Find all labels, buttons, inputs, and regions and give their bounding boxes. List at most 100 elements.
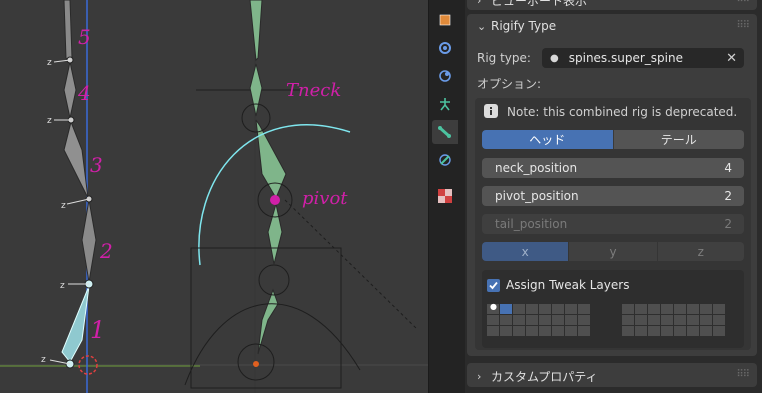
layer-cell[interactable] [648,326,660,336]
layer-cell[interactable] [526,315,538,325]
layer-cell[interactable] [487,315,499,325]
layer-cell[interactable] [674,304,686,314]
layer-cell[interactable] [539,304,551,314]
chevron-down-icon: ⌄ [477,19,487,33]
clear-icon[interactable]: ✕ [726,51,737,66]
tail-option[interactable]: テール [612,130,744,149]
layer-cell[interactable] [700,315,712,325]
field-value: 2 [724,217,732,231]
physics-tab[interactable] [432,64,458,88]
layer-cell[interactable] [565,326,577,336]
axis-label: z [47,58,52,68]
layer-cell[interactable] [565,315,577,325]
field-value: 2 [724,189,732,203]
layer-cell[interactable] [552,304,564,314]
viewport-display-panel[interactable]: › ビューポート表示 ⠿⠿ [467,0,757,10]
rig-type-field[interactable]: ● spines.super_spine ✕ [542,48,744,68]
layer-cell[interactable] [700,326,712,336]
layer-cell[interactable] [713,315,725,325]
axis-toggle: x y z [482,242,744,261]
modifier-tab[interactable] [432,36,458,60]
object-data-icon [440,98,450,111]
tweak-layer-grid-right[interactable] [622,304,725,336]
layer-cell[interactable] [622,304,634,314]
options-label: オプション: [477,77,542,91]
annotation-label: pivot [302,188,348,209]
checkbox-checked-icon[interactable] [487,278,500,292]
layer-cell[interactable] [635,315,647,325]
3d-viewport[interactable]: z z z z z 5 4 3 2 1 Tneck pivot [0,0,428,393]
layer-cell[interactable] [713,304,725,314]
layer-cell[interactable] [526,304,538,314]
texture-tab[interactable] [432,184,458,208]
drag-handle-icon[interactable]: ⠿⠿ [736,369,750,380]
bone-constraint-icon [439,154,451,166]
layer-cell[interactable] [648,304,660,314]
layer-cell[interactable] [687,326,699,336]
object-data-tab[interactable] [432,92,458,116]
layer-cell[interactable] [661,304,673,314]
layer-cell[interactable] [622,326,634,336]
layer-cell[interactable] [622,315,634,325]
layer-cell[interactable] [565,304,577,314]
bone-constraint-tab[interactable] [432,148,458,172]
tweak-layer-grid-left[interactable]: ● [487,302,590,336]
layer-cell[interactable] [687,304,699,314]
custom-properties-panel[interactable]: › カスタムプロパティ ⠿⠿ [467,363,757,387]
annotation-label: 1 [90,316,105,344]
annotation-label: 2 [99,239,113,263]
layer-cell[interactable] [578,326,590,336]
drag-handle-icon[interactable]: ⠿⠿ [736,0,750,5]
layer-cell-active[interactable]: ● [487,302,499,314]
axis-label: z [47,116,52,126]
assign-tweak-label: Assign Tweak Layers [506,278,630,292]
layer-cell[interactable] [500,315,512,325]
assign-tweak-checkbox-row[interactable]: Assign Tweak Layers [487,278,629,292]
viewport-display-title: ビューポート表示 [491,0,588,8]
object-tab[interactable] [432,8,458,32]
pivot-position-field[interactable]: pivot_position 2 [482,186,744,206]
axis-x-option[interactable]: x [482,242,569,261]
axis-y-option[interactable]: y [568,242,657,261]
layer-cell[interactable] [700,304,712,314]
layer-cell[interactable] [635,326,647,336]
head-option[interactable]: ヘッド [482,130,613,149]
panel-separator [458,0,465,393]
options-box: Note: this combined rig is deprecated. ヘ… [475,98,751,350]
layer-cell[interactable] [513,315,525,325]
layer-cell[interactable] [552,315,564,325]
layer-cell[interactable] [526,326,538,336]
layer-cell[interactable] [674,315,686,325]
layer-cell[interactable] [513,326,525,336]
layer-cell[interactable] [552,326,564,336]
rig-type-label: Rig type: [477,51,531,65]
left-armature[interactable]: z z z z z [41,0,98,375]
layer-cell[interactable] [539,315,551,325]
drag-handle-icon[interactable]: ⠿⠿ [736,20,750,31]
layer-cell[interactable] [661,326,673,336]
field-label: pivot_position [495,189,579,203]
layer-cell[interactable] [487,326,499,336]
chevron-right-icon: › [477,370,482,383]
layer-cell[interactable] [539,326,551,336]
bone-tab[interactable] [432,120,458,144]
layer-cell[interactable] [578,315,590,325]
axis-z-option[interactable]: z [656,242,744,261]
annotation-label: 5 [78,25,91,49]
properties-editor: › ビューポート表示 ⠿⠿ ⌄ Rigify Type ⠿⠿ Rig type:… [465,0,762,393]
layer-cell[interactable] [661,315,673,325]
layer-cell[interactable] [648,315,660,325]
rigify-type-header[interactable]: ⌄ Rigify Type [477,19,556,33]
layer-cell[interactable] [635,304,647,314]
neck-position-field[interactable]: neck_position 4 [482,158,744,178]
layer-cell[interactable] [578,304,590,314]
layer-cell[interactable] [500,326,512,336]
layer-cell[interactable] [713,326,725,336]
layer-cell[interactable] [513,304,525,314]
rigify-type-title: Rigify Type [491,19,557,33]
viewport-canvas[interactable]: z z z z z 5 4 3 2 1 Tneck pivot [0,0,428,393]
bone-icon [438,126,451,138]
layer-cell[interactable] [687,315,699,325]
layer-cell[interactable] [674,326,686,336]
layer-cell[interactable] [500,304,512,314]
